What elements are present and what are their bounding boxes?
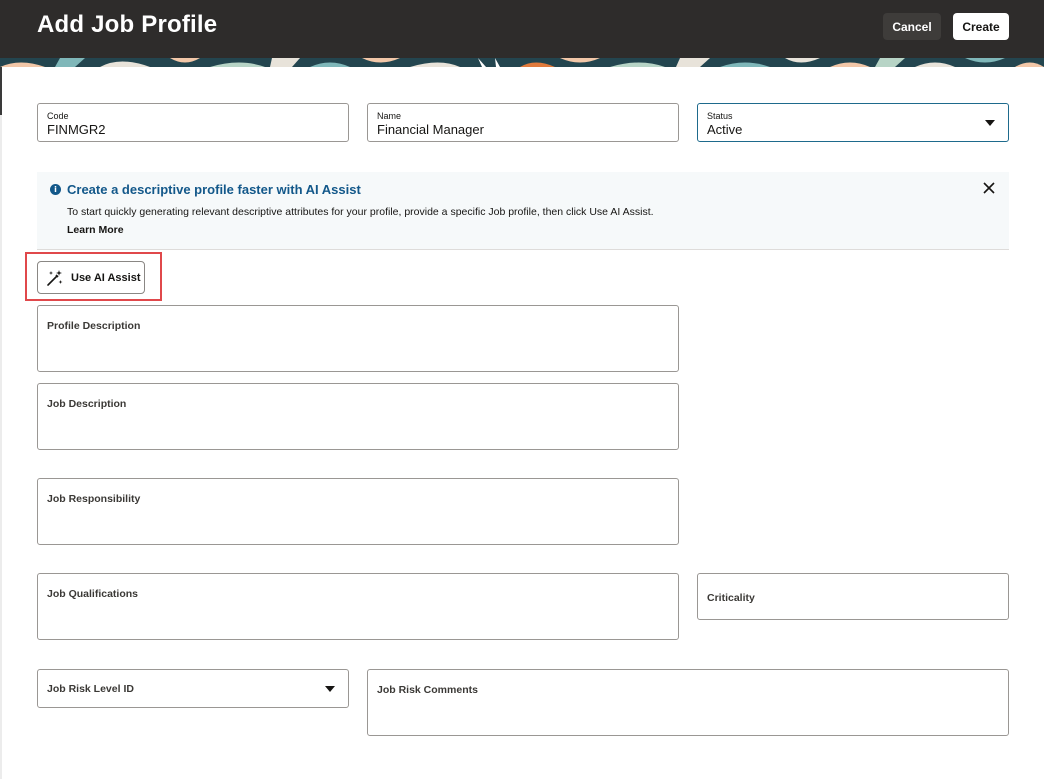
code-label: Code: [47, 111, 69, 121]
use-ai-assist-button[interactable]: Use AI Assist: [37, 261, 145, 294]
status-value: Active: [707, 122, 743, 137]
decorative-banner: [0, 58, 1044, 67]
job-qualifications-field[interactable]: Job Qualifications: [37, 573, 679, 640]
name-label: Name: [377, 111, 402, 121]
job-description-label: Job Description: [47, 398, 127, 410]
ai-assist-info-panel: i Create a descriptive profile faster wi…: [37, 172, 1009, 250]
info-title: Create a descriptive profile faster with…: [67, 182, 361, 197]
chevron-down-icon: [985, 120, 995, 126]
chevron-down-icon: [325, 686, 335, 692]
learn-more-link[interactable]: Learn More: [67, 224, 124, 236]
page-title: Add Job Profile: [37, 11, 218, 38]
info-text: To start quickly generating relevant des…: [67, 206, 654, 218]
job-qualifications-label: Job Qualifications: [47, 588, 139, 600]
magic-wand-icon: [47, 270, 63, 286]
status-label: Status: [707, 111, 733, 121]
cancel-button[interactable]: Cancel: [883, 13, 941, 40]
job-risk-level-select[interactable]: Job Risk Level ID: [37, 669, 349, 708]
name-field[interactable]: Name Financial Manager: [367, 103, 679, 142]
info-icon: i: [50, 184, 61, 195]
profile-description-label: Profile Description: [47, 320, 141, 332]
job-risk-comments-label: Job Risk Comments: [377, 684, 478, 696]
job-risk-comments-field[interactable]: Job Risk Comments: [367, 669, 1009, 736]
job-description-field[interactable]: Job Description: [37, 383, 679, 450]
left-edge-accent: [0, 67, 2, 115]
name-value: Financial Manager: [377, 122, 484, 137]
left-edge: [0, 67, 2, 779]
criticality-label: Criticality: [707, 592, 755, 604]
job-risk-level-label: Job Risk Level ID: [47, 683, 134, 695]
use-ai-assist-label: Use AI Assist: [71, 272, 141, 284]
code-value: FINMGR2: [47, 122, 106, 137]
create-button[interactable]: Create: [953, 13, 1009, 40]
criticality-field[interactable]: Criticality: [697, 573, 1009, 620]
job-responsibility-label: Job Responsibility: [47, 493, 141, 505]
page-header: Add Job Profile Cancel Create: [0, 0, 1044, 58]
status-select[interactable]: Status Active: [697, 103, 1009, 142]
close-icon[interactable]: [982, 181, 996, 195]
code-field[interactable]: Code FINMGR2: [37, 103, 349, 142]
job-responsibility-field[interactable]: Job Responsibility: [37, 478, 679, 545]
profile-description-field[interactable]: Profile Description: [37, 305, 679, 372]
